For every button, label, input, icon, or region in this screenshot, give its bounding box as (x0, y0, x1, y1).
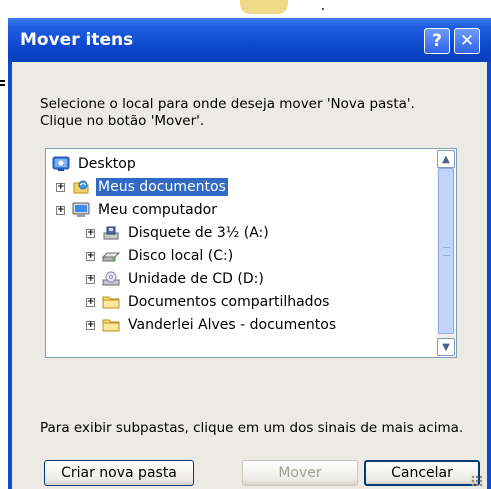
background-left-mark (0, 80, 5, 82)
cancel-button[interactable]: Cancelar (364, 460, 480, 486)
hint-text: Para exibir subpastas, clique em um dos … (40, 420, 464, 436)
desktop-icon (52, 156, 70, 172)
my-computer-icon (72, 202, 90, 218)
tree-item-label: Disco local (C:) (128, 248, 234, 264)
tree-item-floppy[interactable]: + Disquete de 3½ (A:) (86, 222, 271, 244)
scroll-down-button[interactable]: ▼ (437, 338, 455, 356)
tree-item-my-documents[interactable]: + Meus documentos (56, 176, 228, 198)
expand-icon[interactable]: + (86, 274, 95, 284)
chevron-down-icon: ▼ (442, 341, 450, 353)
scroll-grip-icon (443, 247, 450, 256)
expand-icon[interactable]: + (86, 320, 95, 330)
tree-item-my-computer[interactable]: + Meu computador (56, 199, 219, 221)
tree-item-label: Disquete de 3½ (A:) (128, 225, 269, 241)
background-left-mark (0, 84, 5, 86)
expand-icon[interactable]: + (86, 297, 95, 307)
tree-item-label: Unidade de CD (D:) (128, 271, 264, 287)
tree-item-local-disk[interactable]: + Disco local (C:) (86, 245, 235, 267)
tree-item-desktop[interactable]: Desktop (52, 153, 138, 175)
move-button[interactable]: Mover (242, 460, 358, 486)
tree-item-user-documents[interactable]: + Vanderlei Alves - documentos (86, 314, 338, 336)
scroll-thumb[interactable] (438, 168, 454, 334)
folder-icon (102, 294, 120, 310)
background-yellow-shape (240, 0, 288, 14)
tree-item-cd-drive[interactable]: + Unidade de CD (D:) (86, 268, 266, 290)
expand-icon[interactable]: + (56, 205, 65, 215)
background-desktop-strip (0, 0, 491, 20)
tree-item-label: Documentos compartilhados (128, 294, 330, 310)
chevron-up-icon: ▲ (442, 153, 450, 165)
close-icon: ✕ (459, 31, 475, 51)
close-button[interactable]: ✕ (454, 28, 480, 54)
expand-icon[interactable]: + (86, 251, 95, 261)
tree-item-label: Meus documentos (96, 178, 228, 196)
resize-grip-icon[interactable] (471, 475, 483, 487)
folder-tree[interactable]: Desktop + Meus documentos + Meu computad… (45, 148, 457, 358)
tree-item-shared-documents[interactable]: + Documentos compartilhados (86, 291, 331, 313)
tree-item-label: Vanderlei Alves - documentos (128, 317, 337, 333)
folder-icon (102, 317, 120, 333)
tree-item-label: Meu computador (98, 202, 217, 218)
my-documents-icon (72, 179, 90, 195)
instructions-line-1: Selecione o local para onde deseja mover… (40, 96, 415, 112)
instructions-text: Selecione o local para onde deseja mover… (40, 96, 470, 130)
tree-item-label: Desktop (78, 156, 136, 172)
hard-drive-icon (101, 248, 121, 264)
dialog-body: Selecione o local para onde deseja mover… (12, 62, 487, 489)
expand-icon[interactable]: + (86, 228, 95, 238)
create-new-folder-button[interactable]: Criar nova pasta (44, 460, 194, 486)
expand-icon[interactable]: + (56, 182, 65, 192)
background-dot (322, 8, 324, 10)
floppy-drive-icon (102, 225, 120, 241)
vertical-scrollbar[interactable]: ▲ ▼ (437, 150, 455, 356)
help-icon: ? (432, 31, 442, 51)
help-button[interactable]: ? (424, 28, 450, 54)
dialog-title: Mover itens (20, 30, 134, 50)
move-items-dialog: Mover itens ? ✕ Selecione o local para o… (8, 18, 491, 489)
instructions-line-2: Clique no botão 'Mover'. (40, 113, 205, 129)
cd-drive-icon (102, 271, 120, 287)
title-bar[interactable]: Mover itens ? ✕ (8, 18, 491, 62)
scroll-up-button[interactable]: ▲ (437, 150, 455, 168)
